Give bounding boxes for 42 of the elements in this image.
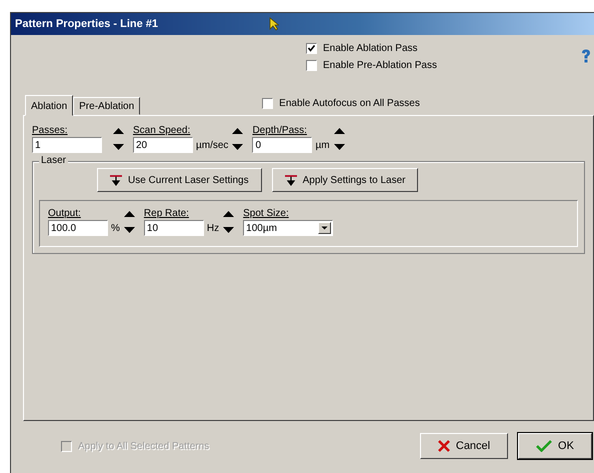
spinner-control[interactable] [332,126,346,152]
checkbox[interactable] [262,98,274,109]
input-field[interactable]: 0 [252,137,312,153]
field-label: Depth/Pass: [252,124,308,137]
group-title: Laser [39,155,68,166]
input-field[interactable]: 10 [144,220,204,236]
arrow-down-icon [284,173,297,187]
tab[interactable]: Pre-Ablation [73,97,140,115]
cancel-button[interactable]: Cancel [420,433,508,459]
spinner-control[interactable] [231,126,244,152]
unit-label: % [111,222,120,234]
unit-label: µm/sec [196,140,228,150]
field-label: Output: [48,207,82,220]
dropdown-button[interactable] [318,222,332,234]
checkbox-label: Enable Ablation Pass [323,43,418,54]
cross-icon [438,440,450,452]
dropdown-field[interactable]: 100µm [243,220,334,236]
field-label: Passes: [32,124,69,137]
laser-settings-button[interactable]: Apply Settings to Laser [272,168,418,192]
checkbox[interactable] [306,43,317,54]
tab[interactable]: Ablation [25,95,74,116]
window-title: Pattern Properties - Line #1 [15,17,158,32]
checkmark-icon [536,440,552,452]
unit-label: µm [315,140,330,150]
checkbox[interactable] [306,60,317,71]
field-label: Spot Size: [243,207,290,220]
field-label: Rep Rate: [144,207,190,220]
spinner-control[interactable] [122,209,136,235]
field-label: Scan Speed: [133,124,192,137]
input-field[interactable]: 20 [133,137,193,153]
ok-button[interactable]: OK [518,433,592,459]
spinner-control[interactable] [112,126,125,152]
input-field[interactable]: 1 [32,137,102,153]
checkbox-label: Enable Autofocus on All Passes [279,98,420,109]
unit-label: Hz [206,222,220,234]
arrow-down-icon [110,173,122,187]
cursor-icon [269,17,279,31]
input-field[interactable]: 100.0 [48,220,108,236]
spinner-control[interactable] [222,209,236,235]
help-icon[interactable] [581,49,591,63]
laser-settings-button[interactable]: Use Current Laser Settings [97,168,262,192]
checkbox-label: Enable Pre-Ablation Pass [323,60,437,71]
